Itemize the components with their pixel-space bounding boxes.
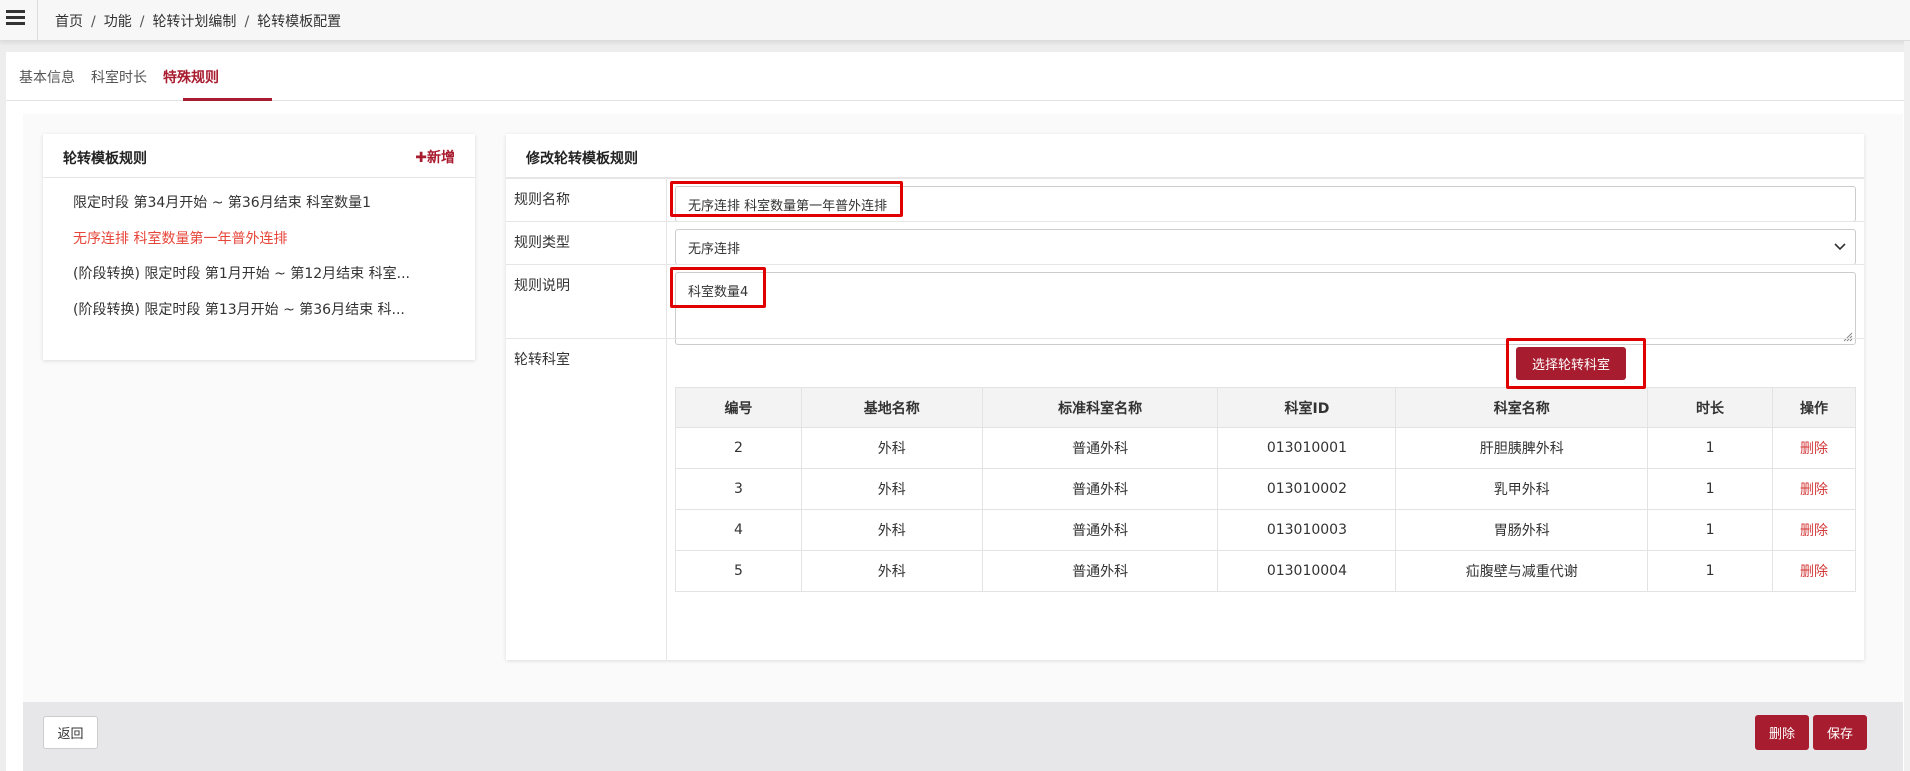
col-header-base: 基地名称 (800, 387, 983, 428)
save-button[interactable]: 保存 (1813, 715, 1867, 750)
menu-icon[interactable] (6, 10, 25, 26)
cell-action: 删除 (1772, 550, 1856, 592)
rotation-depts-row: 轮转科室 (506, 338, 1864, 368)
col-header-action: 操作 (1772, 387, 1856, 428)
table-row: 2 外科 普通外科 013010001 肝胆胰脾外科 1 删除 (675, 427, 1856, 469)
tab-basic-info[interactable]: 基本信息 (19, 67, 75, 87)
cell-dept-id: 013010002 (1217, 468, 1397, 510)
table-row: 3 外科 普通外科 013010002 乳甲外科 1 删除 (675, 468, 1856, 510)
cell-dept-name: 乳甲外科 (1395, 468, 1649, 510)
rule-name-input[interactable]: 无序连排 科室数量第一年普外连排 (675, 186, 1856, 222)
cell-dept-id: 013010003 (1217, 509, 1397, 551)
cell-dept-name: 胃肠外科 (1395, 509, 1649, 551)
cell-std-dept: 普通外科 (981, 509, 1219, 551)
cell-action: 删除 (1772, 427, 1856, 469)
resize-handle-icon[interactable] (1843, 332, 1853, 342)
delete-row-link[interactable]: 删除 (1800, 482, 1828, 498)
rule-list: 限定时段 第34月开始 ~ 第36月结束 科室数量1 无序连排 科室数量第一年普… (73, 192, 410, 334)
cell-duration: 1 (1647, 427, 1773, 469)
cell-base: 外科 (800, 427, 983, 469)
cell-no: 5 (675, 550, 802, 592)
breadcrumb-rotation-plan[interactable]: 轮转计划编制 (152, 14, 236, 30)
card-header: 修改轮转模板规则 (506, 134, 1864, 178)
col-header-duration: 时长 (1647, 387, 1773, 428)
rule-name-label: 规则名称 (514, 192, 570, 208)
col-header-dept-id: 科室ID (1217, 387, 1397, 428)
col-header-no: 编号 (675, 387, 802, 428)
table-header-row: 编号 基地名称 标准科室名称 科室ID 科室名称 时长 操作 (675, 387, 1856, 428)
cell-std-dept: 普通外科 (981, 427, 1219, 469)
active-tab-indicator (183, 98, 272, 101)
template-rules-card: 轮转模板规则 ✚新增 限定时段 第34月开始 ~ 第36月结束 科室数量1 无序… (43, 134, 475, 360)
page: 基本信息 科室时长 特殊规则 轮转模板规则 ✚新增 限定时段 第34月开始 ~ … (6, 52, 1904, 771)
top-bar: 首页 / 功能 / 轮转计划编制 / 轮转模板配置 (0, 0, 1910, 41)
cell-dept-name: 疝腹壁与减重代谢 (1395, 550, 1649, 592)
breadcrumb-current: 轮转模板配置 (257, 14, 342, 30)
rule-item[interactable]: 限定时段 第34月开始 ~ 第36月结束 科室数量1 (73, 192, 410, 228)
cell-no: 2 (675, 427, 802, 469)
cell-base: 外科 (800, 509, 983, 551)
rule-desc-label: 规则说明 (514, 278, 570, 294)
cell-duration: 1 (1647, 468, 1773, 510)
table-row: 4 外科 普通外科 013010003 胃肠外科 1 删除 (675, 509, 1856, 551)
col-header-dept-name: 科室名称 (1395, 387, 1649, 428)
cell-base: 外科 (800, 468, 983, 510)
scrollbar[interactable] (1904, 41, 1910, 771)
delete-row-link[interactable]: 删除 (1800, 523, 1828, 539)
rule-item[interactable]: (阶段转换) 限定时段 第1月开始 ~ 第12月结束 科室... (73, 263, 410, 299)
rule-item-active[interactable]: 无序连排 科室数量第一年普外连排 (73, 228, 410, 264)
divider (37, 0, 38, 41)
rule-item[interactable]: (阶段转换) 限定时段 第13月开始 ~ 第36月结束 科... (73, 299, 410, 335)
rule-type-value: 无序连排 (688, 242, 741, 257)
cell-no: 4 (675, 509, 802, 551)
cell-std-dept: 普通外科 (981, 468, 1219, 510)
breadcrumb-function[interactable]: 功能 (104, 14, 132, 30)
rule-desc-textarea[interactable]: 科室数量4 (675, 272, 1856, 345)
breadcrumb: 首页 / 功能 / 轮转计划编制 / 轮转模板配置 (55, 14, 342, 30)
cell-std-dept: 普通外科 (981, 550, 1219, 592)
cell-dept-id: 013010001 (1217, 427, 1397, 469)
cell-no: 3 (675, 468, 802, 510)
rule-desc-value: 科室数量4 (688, 285, 749, 300)
chevron-down-icon (1834, 243, 1846, 251)
cell-base: 外科 (800, 550, 983, 592)
table-row: 5 外科 普通外科 013010004 疝腹壁与减重代谢 1 删除 (675, 550, 1856, 592)
cell-action: 删除 (1772, 509, 1856, 551)
cell-dept-name: 肝胆胰脾外科 (1395, 427, 1649, 469)
card-title: 修改轮转模板规则 (526, 151, 638, 167)
footer-bar: 返回 删除 保存 (23, 702, 1903, 771)
dept-table: 编号 基地名称 标准科室名称 科室ID 科室名称 时长 操作 2 外科 普通外科 (675, 387, 1856, 592)
rule-type-select[interactable]: 无序连排 (675, 229, 1856, 265)
card-title: 轮转模板规则 (63, 151, 147, 167)
rotation-depts-label: 轮转科室 (514, 352, 570, 368)
cell-duration: 1 (1647, 550, 1773, 592)
select-rotation-dept-button[interactable]: 选择轮转科室 (1516, 347, 1626, 380)
back-button[interactable]: 返回 (43, 716, 98, 749)
add-rule-button[interactable]: ✚新增 (415, 147, 455, 167)
edit-rule-card: 修改轮转模板规则 规则名称 无序连排 科室数量第一年普外连排 规则类型 无序连排… (506, 134, 1864, 660)
col-header-std-dept: 标准科室名称 (981, 387, 1219, 428)
delete-button[interactable]: 删除 (1755, 715, 1809, 750)
cell-dept-id: 013010004 (1217, 550, 1397, 592)
tab-dept-duration[interactable]: 科室时长 (91, 67, 147, 87)
rule-type-label: 规则类型 (514, 235, 570, 251)
breadcrumb-home[interactable]: 首页 (55, 14, 83, 30)
tab-special-rules[interactable]: 特殊规则 (163, 67, 219, 87)
delete-row-link[interactable]: 删除 (1800, 564, 1828, 580)
card-header: 轮转模板规则 ✚新增 (43, 134, 475, 178)
content-area: 轮转模板规则 ✚新增 限定时段 第34月开始 ~ 第36月结束 科室数量1 无序… (23, 114, 1903, 702)
cell-duration: 1 (1647, 509, 1773, 551)
delete-row-link[interactable]: 删除 (1800, 441, 1828, 457)
cell-action: 删除 (1772, 468, 1856, 510)
tab-bar: 基本信息 科室时长 特殊规则 (6, 52, 1904, 101)
